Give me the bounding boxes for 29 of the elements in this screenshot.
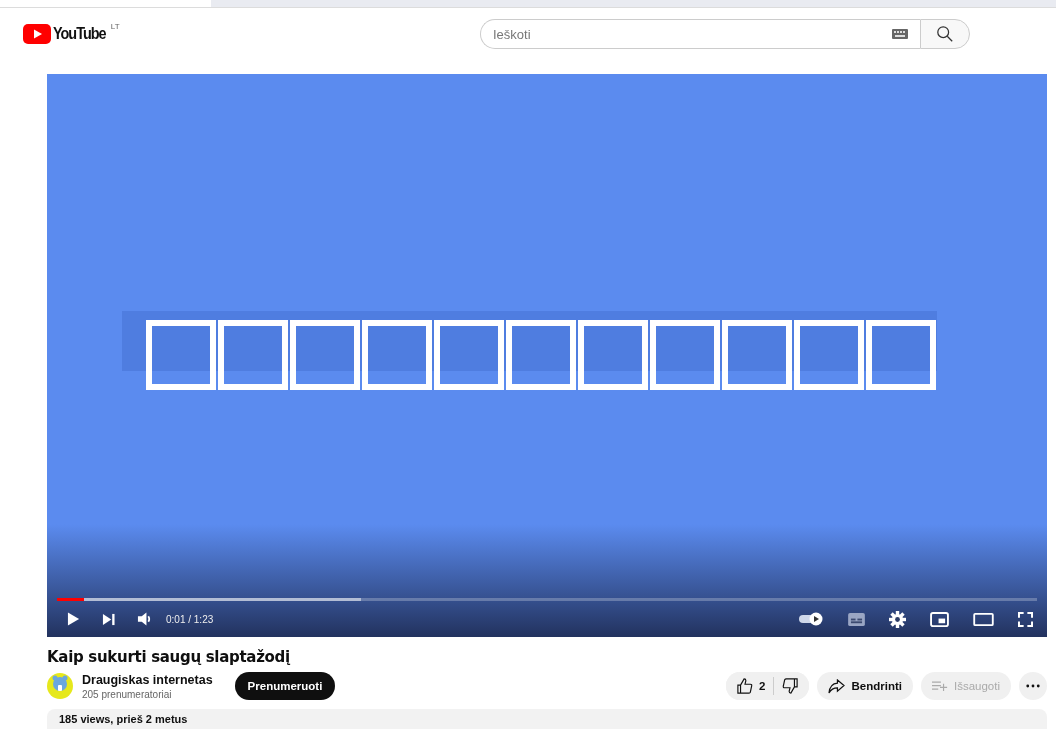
search-button[interactable]: [920, 19, 970, 49]
theater-mode-icon[interactable]: [973, 612, 994, 626]
search-icon: [936, 25, 954, 43]
add-to-playlist-icon: [931, 680, 948, 692]
view-count-date: 185 views, prieš 2 metus: [59, 713, 189, 726]
subscribe-button[interactable]: Prenumeruoti: [234, 672, 336, 700]
channel-avatar[interactable]: [47, 673, 73, 699]
time-display: 0:01 / 1:23: [166, 613, 214, 625]
region-code: LT: [110, 22, 120, 31]
logo-text[interactable]: YouTube: [53, 22, 106, 46]
thumbs-down-icon: [782, 678, 799, 694]
more-button[interactable]: [1019, 672, 1047, 700]
share-button[interactable]: Bendrinti: [817, 672, 913, 700]
video-title: Kaip sukurti saugų slaptažodį: [47, 648, 291, 666]
fullscreen-icon[interactable]: [1018, 611, 1033, 627]
channel-name[interactable]: Draugiskas internetas: [82, 672, 213, 687]
more-icon: [1026, 684, 1040, 688]
search-field[interactable]: Ieškoti: [480, 19, 920, 49]
thumbs-up-icon: [737, 678, 754, 694]
play-icon[interactable]: [67, 611, 80, 627]
miniplayer-icon[interactable]: [930, 611, 949, 627]
settings-icon[interactable]: [889, 610, 906, 628]
autoplay-toggle[interactable]: [798, 612, 824, 626]
next-icon[interactable]: [102, 612, 115, 626]
keyboard-icon[interactable]: [892, 29, 908, 39]
logo-icon[interactable]: [23, 24, 51, 44]
description-panel[interactable]: 185 views, prieš 2 metus: [47, 709, 1047, 729]
share-icon: [828, 678, 846, 694]
subscriber-count: 205 prenumeratoriai: [82, 688, 173, 700]
